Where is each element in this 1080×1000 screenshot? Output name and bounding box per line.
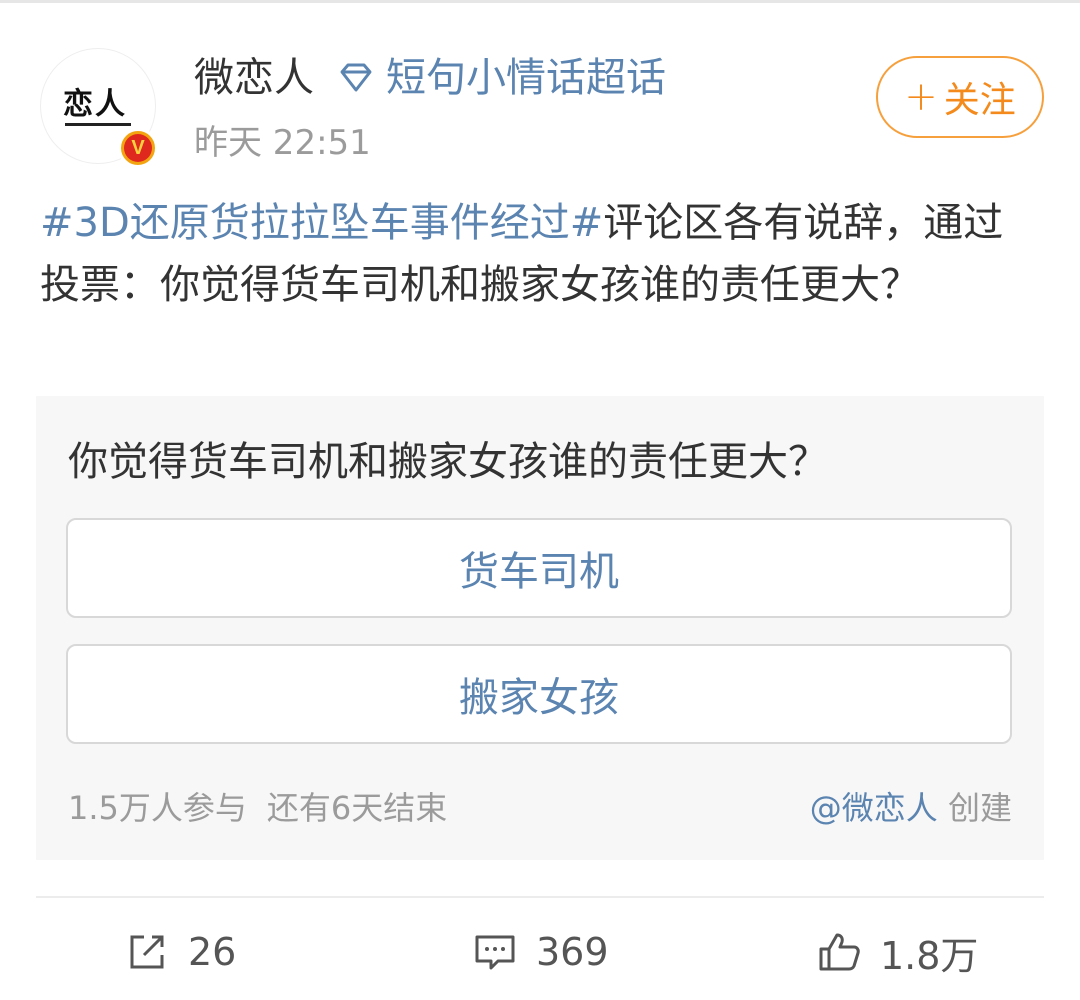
poll-remaining: 还有6天结束 — [266, 789, 448, 827]
avatar-logo-text: 恋人 — [63, 87, 127, 122]
like-button[interactable]: 1.8万 — [816, 922, 978, 982]
action-divider — [36, 896, 1044, 898]
share-count: 26 — [188, 930, 237, 974]
poll-participants: 1.5万人参与 — [68, 789, 247, 827]
share-button[interactable]: 26 — [124, 922, 236, 982]
comment-button[interactable]: 369 — [472, 922, 609, 982]
diamond-icon — [340, 63, 372, 92]
poll-card: 你觉得货车司机和搬家女孩谁的责任更大？ 货车司机 搬家女孩 1.5万人参与 还有6… — [36, 396, 1044, 860]
verified-badge: V — [118, 128, 158, 168]
share-icon — [130, 935, 164, 969]
comment-count: 369 — [536, 930, 609, 974]
verified-badge-letter: V — [124, 134, 152, 162]
poll-creator-link[interactable]: @微恋人 — [810, 789, 938, 827]
post-text: #3D还原货拉拉坠车事件经过#评论区各有说辞，通过投票：你觉得货车司机和搬家女孩… — [40, 192, 1040, 316]
poll-question: 你觉得货车司机和搬家女孩谁的责任更大？ — [68, 439, 828, 485]
top-divider — [0, 0, 1080, 3]
poll-creator: @微恋人 创建 — [810, 786, 1012, 830]
comment-icon — [475, 935, 515, 970]
plus-icon: + — [904, 74, 938, 120]
supertopic-link[interactable]: 短句小情话超话 — [386, 50, 666, 106]
avatar-logo-underline — [65, 123, 131, 126]
username[interactable]: 微恋人 — [194, 50, 314, 106]
follow-button[interactable]: + 关注 — [876, 56, 1044, 138]
follow-label: 关注 — [943, 80, 1016, 121]
post-time: 昨天 22:51 — [194, 123, 371, 163]
post-hashtag[interactable]: #3D还原货拉拉坠车事件经过# — [40, 200, 603, 246]
poll-stats: 1.5万人参与 还有6天结束 — [68, 786, 447, 830]
like-icon — [819, 933, 860, 971]
poll-option-driver[interactable]: 货车司机 — [66, 518, 1012, 618]
poll-creator-suffix: 创建 — [947, 789, 1012, 827]
poll-option-girl[interactable]: 搬家女孩 — [66, 644, 1012, 744]
like-count: 1.8万 — [880, 933, 979, 978]
